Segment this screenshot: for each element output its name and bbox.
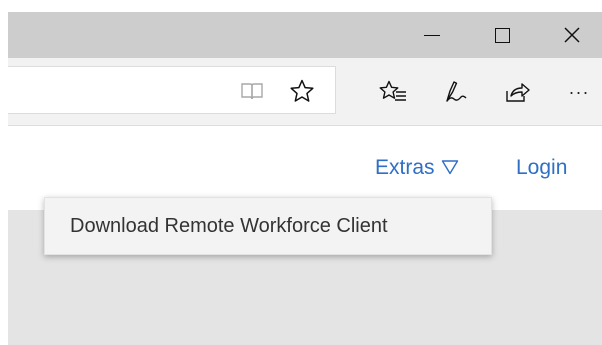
close-button[interactable]	[537, 12, 602, 58]
extras-menu-link[interactable]: Extras	[375, 156, 459, 180]
chevron-down-icon	[441, 160, 458, 175]
favorites-list-icon	[379, 80, 406, 101]
minimize-button[interactable]	[397, 12, 467, 58]
favorites-hub-button[interactable]	[376, 76, 410, 108]
minimize-icon	[424, 34, 440, 36]
download-client-menu-item[interactable]: Download Remote Workforce Client	[45, 198, 491, 254]
share-icon	[506, 83, 530, 102]
browser-window: ··· Extras Login Download Remote Workfor…	[0, 0, 602, 345]
browser-toolbar: ···	[8, 58, 602, 126]
more-button[interactable]: ···	[562, 76, 596, 108]
maximize-button[interactable]	[467, 12, 537, 58]
close-icon	[564, 27, 580, 43]
favorite-star-icon	[290, 79, 314, 102]
share-button[interactable]	[500, 76, 534, 108]
address-bar[interactable]	[8, 66, 336, 114]
web-note-icon	[446, 81, 467, 102]
web-note-button[interactable]	[438, 76, 472, 108]
reading-view-button[interactable]	[236, 75, 268, 107]
login-link[interactable]: Login	[516, 156, 567, 180]
extras-dropdown-menu: Download Remote Workforce Client	[44, 197, 492, 255]
title-bar	[8, 12, 602, 58]
extras-label: Extras	[375, 156, 435, 179]
reading-view-icon	[241, 83, 263, 100]
add-favorite-button[interactable]	[286, 75, 318, 107]
maximize-icon	[494, 27, 510, 43]
more-icon: ···	[568, 82, 590, 102]
